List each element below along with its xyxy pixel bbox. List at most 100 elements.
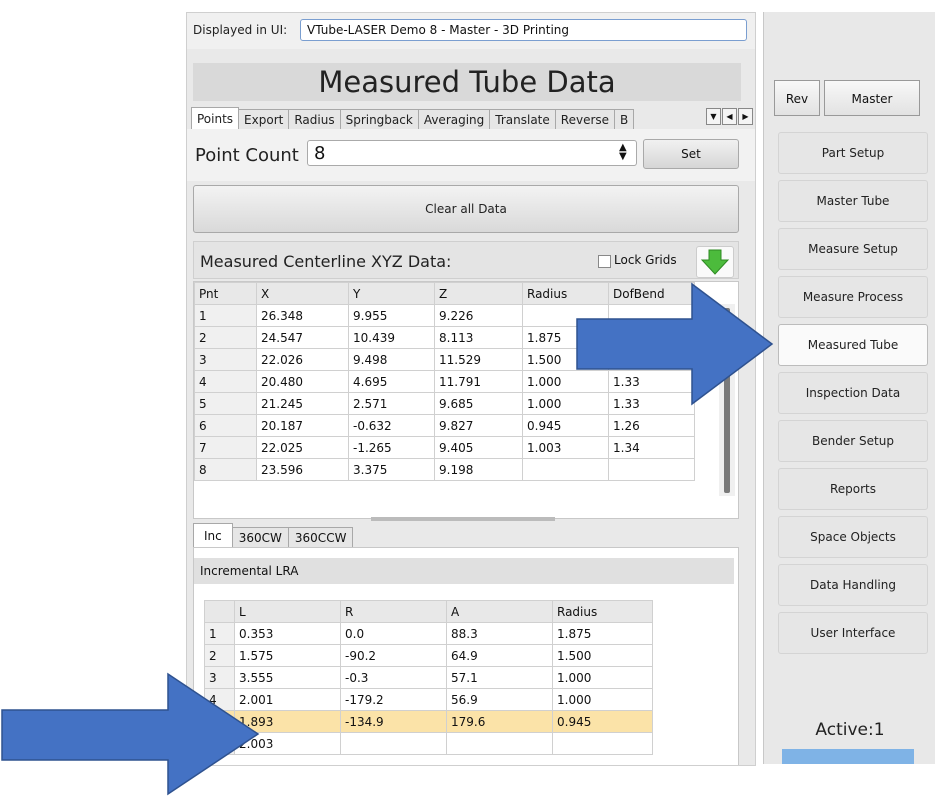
table-cell[interactable]: 26.348 [256, 304, 349, 327]
table-cell[interactable]: 11.529 [434, 348, 523, 371]
table-cell[interactable]: 0.945 [522, 414, 609, 437]
table-row[interactable]: 1.893 -134.9 179.6 0.945 [204, 710, 653, 733]
row-number-cell[interactable]: 2 [204, 644, 235, 667]
tab-radius[interactable]: Radius [288, 109, 341, 130]
table-cell[interactable]: 0.0 [340, 622, 447, 645]
sidebar-item-reports[interactable]: Reports [778, 468, 928, 510]
row-number-cell[interactable]: 6 [194, 414, 257, 437]
tab-inc[interactable]: Inc [193, 523, 233, 548]
table-cell[interactable]: 22.026 [256, 348, 349, 371]
tab-points[interactable]: Points [191, 107, 240, 130]
sidebar-item-inspection-data[interactable]: Inspection Data [778, 372, 928, 414]
row-number-cell[interactable]: 7 [194, 436, 257, 459]
table-row[interactable]: 3 3.555 -0.3 57.1 1.000 [204, 666, 653, 689]
row-number-cell[interactable]: 3 [194, 348, 257, 371]
row-number-cell[interactable]: 4 [194, 370, 257, 393]
sidebar-item-user-interface[interactable]: User Interface [778, 612, 928, 654]
table-cell[interactable]: 9.226 [434, 304, 523, 327]
tab-scroll-right-icon[interactable]: ▶ [738, 108, 753, 125]
tab-360cw[interactable]: 360CW [231, 527, 289, 548]
table-cell[interactable]: 9.498 [348, 348, 435, 371]
table-cell[interactable] [522, 458, 609, 481]
table-cell[interactable] [340, 732, 447, 755]
tab-dropdown-icon[interactable]: ▼ [706, 108, 721, 125]
row-number-cell[interactable]: 1 [194, 304, 257, 327]
header-cell[interactable]: L [234, 600, 341, 623]
header-cell[interactable]: A [446, 600, 553, 623]
table-cell[interactable]: -1.265 [348, 436, 435, 459]
point-count-spinner-icon[interactable]: ▲ ▼ [619, 143, 627, 162]
sidebar-item-master-tube[interactable]: Master Tube [778, 180, 928, 222]
master-button[interactable]: Master [824, 80, 920, 116]
table-cell[interactable]: -0.3 [340, 666, 447, 689]
tab-360ccw[interactable]: 360CCW [287, 527, 354, 548]
tab-b-truncated[interactable]: B [614, 109, 635, 130]
table-cell[interactable]: 24.547 [256, 326, 349, 349]
header-cell[interactable]: Y [348, 282, 435, 305]
table-cell[interactable]: 56.9 [446, 688, 553, 711]
table-row[interactable]: 2 1.575 -90.2 64.9 1.500 [204, 644, 653, 667]
table-cell[interactable]: 57.1 [446, 666, 553, 689]
row-number-cell[interactable]: 2 [194, 326, 257, 349]
table-cell[interactable]: 9.955 [348, 304, 435, 327]
table-row[interactable]: 7 22.025 -1.265 9.405 1.003 1.34 [194, 436, 695, 459]
point-count-input[interactable]: 8 [307, 140, 637, 166]
table-row[interactable]: 6 20.187 -0.632 9.827 0.945 1.26 [194, 414, 695, 437]
tab-springback[interactable]: Springback [339, 109, 419, 130]
set-button[interactable]: Set [643, 139, 739, 169]
table-cell[interactable]: -134.9 [340, 710, 447, 733]
table-cell[interactable]: 1.875 [552, 622, 653, 645]
table-row[interactable]: 4 2.001 -179.2 56.9 1.000 [204, 688, 653, 711]
table-cell[interactable]: 0.353 [234, 622, 341, 645]
table-cell[interactable]: 9.405 [434, 436, 523, 459]
sidebar-item-bender-setup[interactable]: Bender Setup [778, 420, 928, 462]
table-cell[interactable]: 20.187 [256, 414, 349, 437]
lock-grids-checkbox[interactable] [598, 255, 611, 268]
table-cell[interactable] [446, 732, 553, 755]
table-cell[interactable]: 1.26 [608, 414, 695, 437]
splitter-handle[interactable] [371, 517, 555, 521]
table-cell[interactable]: 1.500 [552, 644, 653, 667]
table-cell[interactable]: 9.198 [434, 458, 523, 481]
table-cell[interactable]: 22.025 [256, 436, 349, 459]
download-arrow-button[interactable] [696, 246, 734, 278]
table-cell[interactable]: 1.34 [608, 436, 695, 459]
table-cell[interactable]: 9.827 [434, 414, 523, 437]
table-row[interactable]: 8 23.596 3.375 9.198 [194, 458, 695, 481]
table-cell[interactable]: 1.575 [234, 644, 341, 667]
table-cell[interactable]: 179.6 [446, 710, 553, 733]
table-cell[interactable]: 64.9 [446, 644, 553, 667]
displayed-in-ui-field[interactable]: VTube-LASER Demo 8 - Master - 3D Printin… [300, 19, 747, 41]
sidebar-item-measured-tube[interactable]: Measured Tube [778, 324, 928, 366]
tab-reverse[interactable]: Reverse [554, 109, 616, 130]
tab-export[interactable]: Export [238, 109, 290, 130]
table-cell[interactable]: 8.113 [434, 326, 523, 349]
header-cell[interactable]: R [340, 600, 447, 623]
clear-all-data-button[interactable]: Clear all Data [193, 185, 739, 233]
table-cell[interactable]: 3.375 [348, 458, 435, 481]
table-cell[interactable]: 88.3 [446, 622, 553, 645]
rev-button[interactable]: Rev [774, 80, 820, 116]
row-number-cell[interactable]: 8 [194, 458, 257, 481]
table-row[interactable]: 2.003 [204, 732, 653, 755]
table-cell[interactable]: -90.2 [340, 644, 447, 667]
header-cell[interactable]: Z [434, 282, 523, 305]
table-cell[interactable]: 1.003 [522, 436, 609, 459]
table-cell[interactable]: 2.571 [348, 392, 435, 415]
tab-translate[interactable]: Translate [489, 109, 556, 130]
table-cell[interactable]: 0.945 [552, 710, 653, 733]
tab-scroll-left-icon[interactable]: ◀ [722, 108, 737, 125]
table-cell[interactable]: 4.695 [348, 370, 435, 393]
table-cell[interactable]: 1.000 [552, 666, 653, 689]
table-cell[interactable] [608, 458, 695, 481]
table-cell[interactable]: 23.596 [256, 458, 349, 481]
sidebar-item-space-objects[interactable]: Space Objects [778, 516, 928, 558]
header-cell[interactable]: Pnt [194, 282, 257, 305]
table-cell[interactable]: 9.685 [434, 392, 523, 415]
sidebar-item-part-setup[interactable]: Part Setup [778, 132, 928, 174]
table-cell[interactable]: -179.2 [340, 688, 447, 711]
row-number-cell[interactable]: 5 [194, 392, 257, 415]
row-number-cell[interactable]: 1 [204, 622, 235, 645]
table-cell[interactable] [552, 732, 653, 755]
sidebar-item-measure-process[interactable]: Measure Process [778, 276, 928, 318]
